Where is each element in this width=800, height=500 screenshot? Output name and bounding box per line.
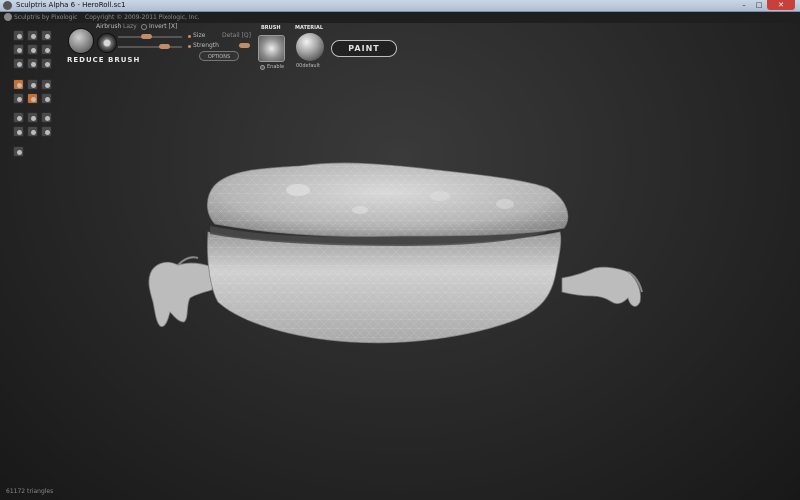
mask-icon[interactable] — [27, 79, 38, 90]
airbrush-label[interactable]: Airbrush — [96, 23, 121, 30]
rotate-icon[interactable] — [27, 30, 38, 41]
strength-label: Strength — [193, 42, 219, 49]
smooth-icon[interactable] — [13, 58, 24, 69]
flatten-icon[interactable] — [13, 44, 24, 55]
size-bullet-icon — [188, 35, 191, 38]
pinch-icon[interactable] — [41, 44, 52, 55]
left-arm — [148, 256, 216, 327]
upper-body — [206, 162, 569, 237]
export-icon[interactable] — [27, 126, 38, 137]
options-button[interactable]: OPTIONS — [199, 51, 239, 61]
strength-slider-knob[interactable] — [159, 44, 170, 49]
strength-slider-track[interactable] — [118, 46, 182, 48]
scale-icon[interactable] — [41, 58, 52, 69]
material-name: 00default — [296, 63, 320, 69]
brush-type-icon[interactable] — [68, 28, 94, 54]
sculpt-model[interactable] — [0, 0, 800, 500]
grid-icon[interactable] — [27, 93, 38, 104]
save-icon[interactable] — [41, 126, 52, 137]
draw-icon[interactable] — [13, 30, 24, 41]
airbrush-dial-icon[interactable] — [97, 33, 117, 53]
enable-label[interactable]: Enable — [267, 64, 284, 70]
size-slider-knob[interactable] — [141, 34, 152, 39]
invert-toggle[interactable] — [141, 24, 147, 30]
brush-alpha-thumbnail[interactable] — [258, 35, 285, 62]
brush-header: BRUSH — [261, 25, 281, 31]
plane-icon[interactable] — [27, 112, 38, 123]
settings-icon[interactable] — [13, 146, 24, 157]
right-arm — [561, 266, 643, 307]
paint-button[interactable]: PAINT — [331, 40, 397, 57]
triangle-count: 61172 triangles — [6, 488, 54, 495]
import-icon[interactable] — [13, 126, 24, 137]
grab-icon[interactable] — [27, 58, 38, 69]
sphere-icon[interactable] — [13, 112, 24, 123]
wireframe-icon[interactable] — [13, 93, 24, 104]
inflate-icon[interactable] — [27, 44, 38, 55]
material-sphere[interactable] — [296, 33, 324, 61]
symmetry-icon[interactable] — [41, 79, 52, 90]
enable-toggle[interactable] — [260, 65, 265, 70]
mirror-icon[interactable] — [41, 112, 52, 123]
detail-slider-knob[interactable] — [239, 43, 250, 48]
invert-label[interactable]: Invert [X] — [149, 23, 177, 30]
size-label: Size — [193, 32, 206, 39]
material-header: MATERIAL — [295, 25, 324, 31]
lazy-label[interactable]: Lazy — [123, 23, 137, 30]
lower-body — [207, 231, 562, 344]
subdivide-icon[interactable] — [41, 93, 52, 104]
crease-icon[interactable] — [41, 30, 52, 41]
reduce-icon[interactable] — [13, 79, 24, 90]
detail-label: Detail [Q] — [222, 32, 251, 39]
brush-name: REDUCE BRUSH — [67, 56, 141, 64]
strength-bullet-icon — [188, 45, 191, 48]
